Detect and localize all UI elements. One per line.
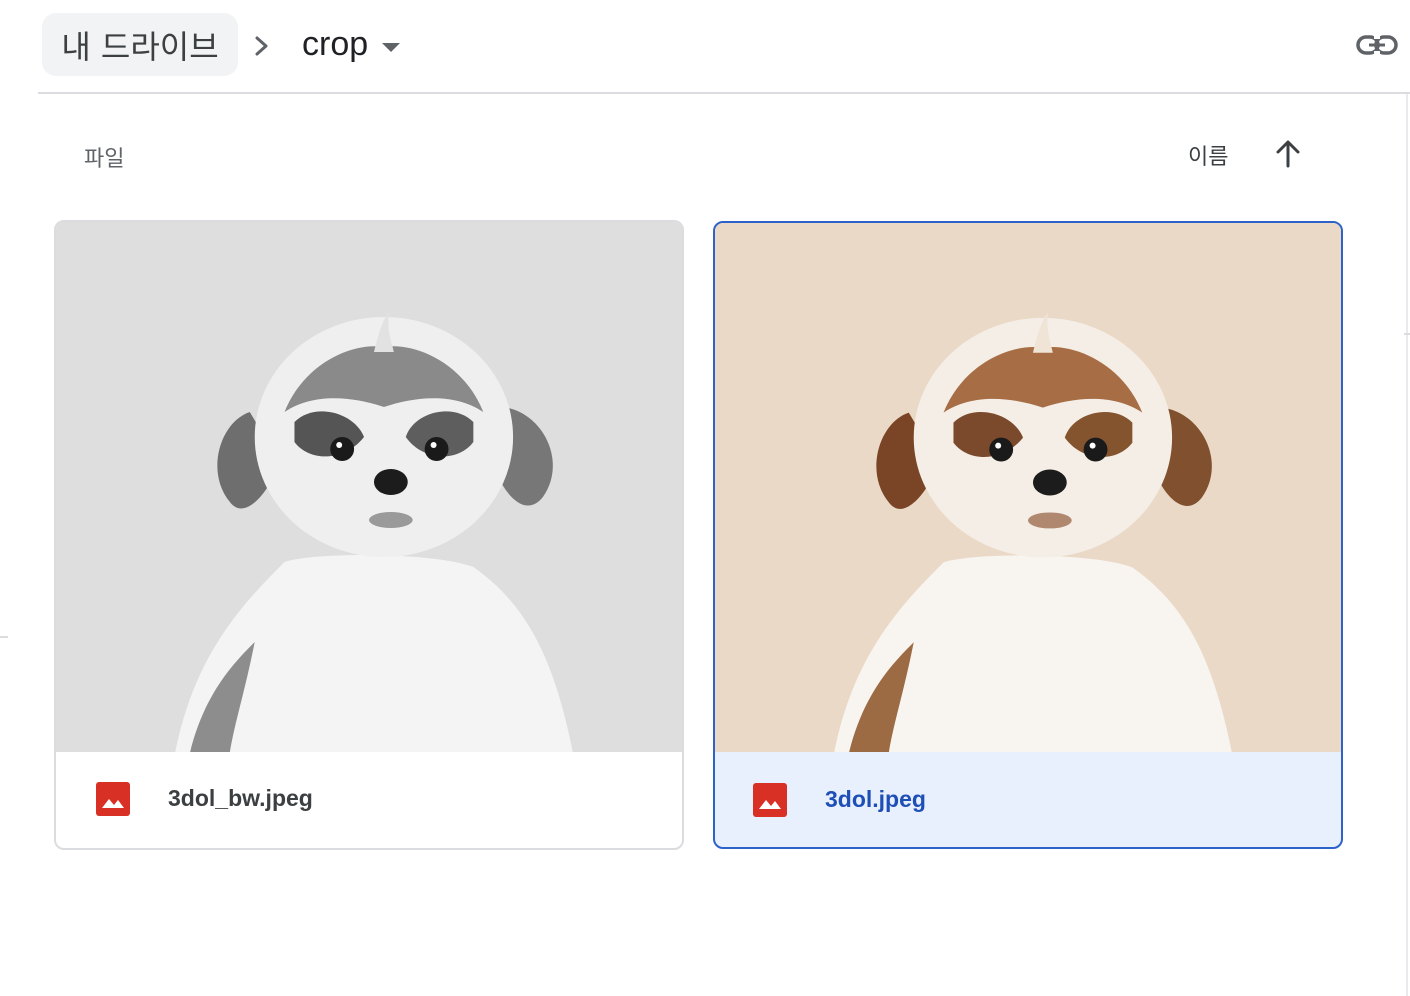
link-icon <box>1356 35 1398 55</box>
file-name: 3dol.jpeg <box>825 786 926 812</box>
image-file-icon <box>753 783 787 817</box>
files-section-label: 파일 <box>84 147 125 172</box>
file-thumbnail <box>56 222 682 752</box>
file-card-footer: 3dol.jpeg <box>715 753 1341 847</box>
sort-by-name-button[interactable]: 이름 <box>1188 139 1228 171</box>
file-card-footer: 3dol_bw.jpeg <box>56 752 682 848</box>
arrow-up-icon[interactable] <box>1270 136 1306 172</box>
left-edge-marker <box>0 636 8 638</box>
file-thumbnail <box>715 223 1341 752</box>
dog-photo-color <box>715 223 1341 752</box>
current-folder-name: crop <box>302 25 369 63</box>
file-card-3dol[interactable]: 3dol.jpeg <box>713 221 1343 849</box>
breadcrumb-my-drive[interactable]: 내 드라이브 <box>42 13 238 76</box>
image-file-icon <box>96 782 130 816</box>
scrollbar-marker <box>1404 333 1410 335</box>
breadcrumb-bar: 내 드라이브 crop <box>0 0 1410 92</box>
file-card-3dol-bw[interactable]: 3dol_bw.jpeg <box>54 220 684 850</box>
breadcrumb-current-folder[interactable]: crop <box>290 13 412 76</box>
copy-link-button[interactable] <box>1352 26 1402 64</box>
header-divider <box>38 92 1410 94</box>
dog-photo-grayscale <box>56 222 682 752</box>
scrollbar-track[interactable] <box>1406 94 1408 996</box>
caret-down-icon <box>382 43 401 52</box>
file-name: 3dol_bw.jpeg <box>168 785 313 811</box>
chevron-right-icon <box>255 36 268 56</box>
